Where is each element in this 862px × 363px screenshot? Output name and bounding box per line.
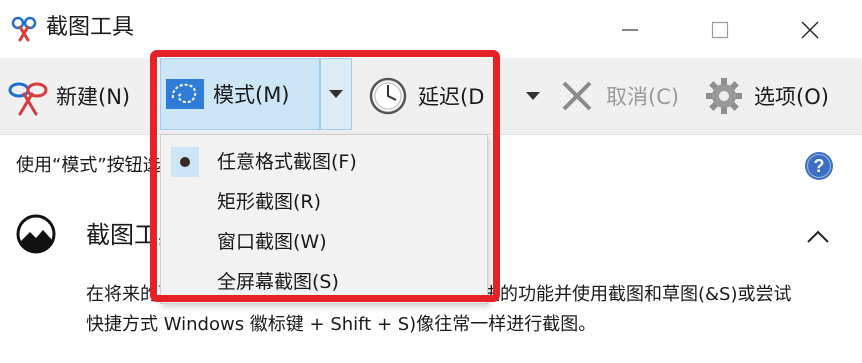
cancel-label: 取消(C): [606, 85, 680, 109]
mode-button[interactable]: 模式(M): [160, 58, 320, 130]
new-button[interactable]: 新建(N): [6, 58, 130, 134]
delay-label: 延迟(D: [418, 85, 485, 109]
free-form-snip-icon: [166, 79, 204, 109]
menu-item-free-form-snip[interactable]: 任意格式截图(F): [217, 148, 357, 176]
help-icon[interactable]: ?: [804, 151, 834, 181]
maximize-button[interactable]: [700, 12, 740, 48]
clock-icon: [369, 77, 407, 115]
minimize-icon: [622, 29, 638, 31]
window-title: 截图工具: [46, 15, 135, 40]
delay-button[interactable]: 延迟(D: [368, 58, 484, 134]
options-button[interactable]: 选项(O): [704, 58, 829, 134]
menu-item-full-screen-snip[interactable]: 全屏幕截图(S): [217, 268, 339, 296]
options-label: 选项(O): [754, 85, 829, 109]
minimize-button[interactable]: [610, 12, 650, 48]
mode-dropdown-menu: 任意格式截图(F) 矩形截图(R) 窗口截图(W) 全屏幕截图(S): [160, 134, 488, 304]
menu-item-rectangular-snip[interactable]: 矩形截图(R): [217, 188, 321, 216]
new-label: 新建(N): [56, 85, 131, 109]
scissors-icon: [8, 82, 48, 116]
bullet-icon: [180, 157, 190, 167]
selected-indicator: [171, 147, 199, 177]
close-button[interactable]: [790, 12, 830, 48]
menu-item-window-snip[interactable]: 窗口截图(W): [217, 228, 327, 256]
gear-icon: [706, 78, 742, 114]
dropdown-arrow-icon: [526, 92, 540, 100]
toolbar: 新建(N) 模式(M) 延迟(D 取消(C) 选项(O): [0, 58, 862, 134]
close-icon: [801, 21, 819, 39]
cancel-button[interactable]: 取消(C): [560, 58, 679, 134]
chevron-up-icon[interactable]: [806, 228, 830, 244]
maximize-icon: [711, 21, 729, 39]
snipping-tool-icon: [11, 16, 37, 42]
svg-text:?: ?: [814, 156, 825, 176]
dropdown-arrow-icon: [329, 90, 343, 98]
mode-label: 模式(M): [213, 83, 290, 107]
close-x-icon: [562, 81, 592, 111]
delay-dropdown-button[interactable]: [522, 58, 544, 134]
mode-dropdown-button[interactable]: [320, 58, 352, 130]
title-bar: 截图工具: [0, 0, 862, 58]
snip-sketch-icon: [16, 214, 56, 254]
